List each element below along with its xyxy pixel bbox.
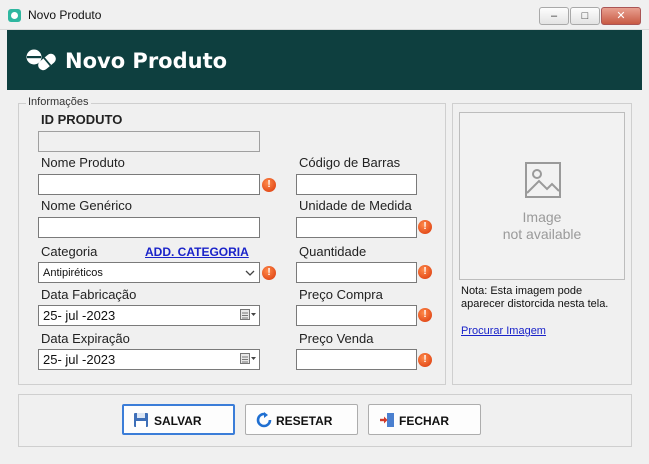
calendar-icon[interactable]: [240, 309, 256, 321]
image-placeholder-icon: [525, 162, 561, 198]
image-not-available-text: Image not available: [502, 209, 582, 242]
preco-compra-input[interactable]: [296, 305, 417, 326]
group-legend: Informações: [26, 96, 91, 108]
nome-produto-input[interactable]: [38, 174, 260, 195]
minimize-icon: ‒: [550, 10, 558, 22]
id-produto-field: [38, 131, 260, 152]
close-button-label: FECHAR: [399, 414, 449, 428]
page-title: Novo Produto: [65, 49, 228, 73]
exit-door-icon: [380, 413, 394, 427]
app-icon: [8, 9, 21, 22]
error-icon: !: [262, 178, 276, 192]
close-window-button[interactable]: ✕: [601, 7, 641, 25]
preco-compra-label: Preço Compra: [299, 287, 383, 302]
image-note: Nota: Esta imagem pode aparecer distorci…: [461, 285, 609, 310]
close-button[interactable]: FECHAR: [368, 404, 481, 435]
data-expiracao-picker[interactable]: 25- jul -2023: [38, 349, 260, 370]
product-image: Image not available: [459, 112, 625, 280]
window-titlebar: Novo Produto ‒ □ ✕: [0, 0, 649, 30]
id-produto-label: ID PRODUTO: [41, 112, 123, 127]
maximize-button[interactable]: □: [570, 7, 600, 25]
unidade-medida-input[interactable]: [296, 217, 417, 238]
codigo-barras-input[interactable]: [296, 174, 417, 195]
data-expiracao-value: 25- jul -2023: [43, 352, 116, 367]
reset-button[interactable]: RESETAR: [245, 404, 358, 435]
quantidade-input[interactable]: [296, 262, 417, 283]
error-icon: !: [418, 308, 432, 322]
header-banner: Novo Produto: [7, 30, 642, 90]
preco-venda-input[interactable]: [296, 349, 417, 370]
minimize-button[interactable]: ‒: [539, 7, 569, 25]
add-categoria-link[interactable]: ADD. CATEGORIA: [145, 245, 249, 259]
categoria-select[interactable]: Antipiréticos: [38, 262, 260, 283]
unidade-medida-label: Unidade de Medida: [299, 198, 412, 213]
data-fabricacao-label: Data Fabricação: [41, 287, 137, 302]
reset-button-label: RESETAR: [276, 414, 333, 428]
nome-generico-input[interactable]: [38, 217, 260, 238]
save-button-label: SALVAR: [154, 414, 202, 428]
error-icon: !: [418, 220, 432, 234]
categoria-label: Categoria: [41, 244, 98, 259]
window-controls: ‒ □ ✕: [539, 7, 641, 25]
codigo-barras-label: Código de Barras: [299, 155, 401, 170]
categoria-selected-value: Antipiréticos: [43, 267, 103, 279]
error-icon: !: [418, 353, 432, 367]
data-fabricacao-picker[interactable]: 25- jul -2023: [38, 305, 260, 326]
nome-generico-label: Nome Genérico: [41, 198, 133, 213]
error-icon: !: [262, 266, 276, 280]
save-button[interactable]: SALVAR: [122, 404, 235, 435]
procurar-imagem-link[interactable]: Procurar Imagem: [461, 325, 546, 337]
refresh-icon: [256, 412, 272, 428]
window-title: Novo Produto: [28, 8, 102, 22]
nome-produto-label: Nome Produto: [41, 155, 125, 170]
error-icon: !: [418, 265, 432, 279]
data-expiracao-label: Data Expiração: [41, 331, 130, 346]
preco-venda-label: Preço Venda: [299, 331, 374, 346]
data-fabricacao-value: 25- jul -2023: [43, 308, 116, 323]
chevron-down-icon: [245, 270, 255, 276]
maximize-icon: □: [581, 10, 589, 22]
calendar-icon[interactable]: [240, 353, 256, 365]
floppy-disk-icon: [134, 413, 148, 427]
pills-icon: [26, 49, 56, 71]
close-icon: ✕: [616, 10, 626, 22]
quantidade-label: Quantidade: [299, 244, 367, 259]
